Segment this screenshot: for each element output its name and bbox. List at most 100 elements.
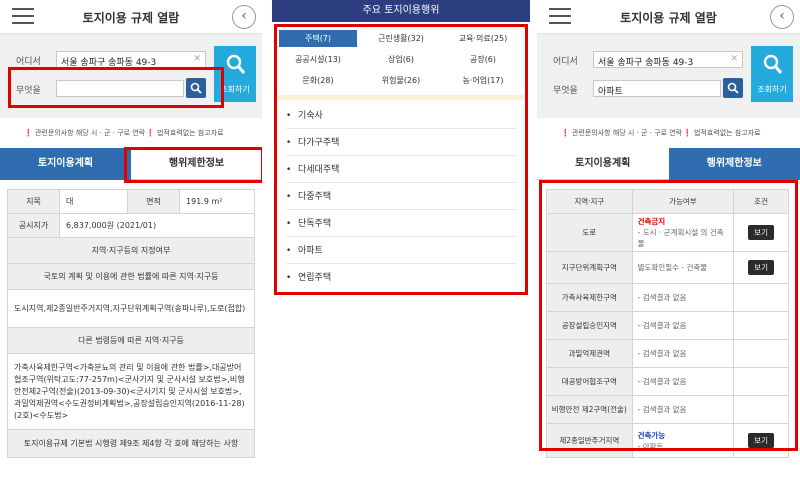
condition-cell: [733, 339, 789, 368]
condition-cell: [733, 283, 789, 312]
price-label: 공시지가: [7, 213, 60, 238]
status-cell: 건축금지 - 도시 · 군계획시설 의 건축물: [631, 213, 735, 252]
activity-input[interactable]: [56, 80, 184, 97]
chip-culture[interactable]: 문화(28): [279, 72, 357, 89]
where-label: 어디서: [16, 57, 41, 67]
activity-input[interactable]: 아파트: [593, 80, 721, 97]
notice-contact: ❗ 관련문의사항 해당 시 · 군 · 구로 연락: [24, 129, 146, 137]
status-detail: - 검색결과 없음: [631, 367, 735, 396]
clear-icon[interactable]: ✕: [193, 54, 201, 64]
what-label: 무엇을: [553, 86, 578, 96]
view-button[interactable]: 보기: [748, 433, 774, 448]
chip-factory[interactable]: 공장(6): [444, 51, 522, 68]
tab-land-use-plan[interactable]: 토지이용계획: [0, 148, 131, 180]
divider: [278, 95, 524, 100]
address-input[interactable]: 서울 송파구 송파동 49-3 ✕: [56, 51, 206, 68]
list-item[interactable]: • 연립주택: [286, 266, 516, 291]
alert-icon: ❗: [683, 129, 692, 137]
tab-restriction-info[interactable]: 행위제한정보: [131, 148, 262, 180]
clear-icon[interactable]: ✕: [730, 54, 738, 64]
chip-agriculture[interactable]: 농·어업(17): [444, 72, 522, 89]
chip-neighborhood[interactable]: 근린생활(32): [362, 30, 440, 47]
list-item[interactable]: • 아파트: [286, 239, 516, 264]
list-item[interactable]: • 기숙사: [286, 104, 516, 129]
zone-cell: 공장설립승인지역: [546, 311, 633, 340]
status-detail: - 검색결과 없음: [631, 395, 735, 424]
zones-heading: 지역·지구등의 지정여부: [7, 237, 255, 264]
search-button[interactable]: 조회하기: [751, 46, 793, 102]
chip-education[interactable]: 교육·의료(25): [444, 30, 522, 47]
jimok-value: 대: [59, 189, 128, 214]
zone-cell: 지구단위계획구역: [546, 251, 633, 284]
tab-land-use-plan[interactable]: 토지이용계획: [537, 148, 669, 180]
table-row: 제2종일반주거지역 건축가능 - 아파트 보기: [546, 423, 789, 458]
status-label: 건축금지: [637, 217, 666, 226]
alert-icon: ❗: [24, 129, 33, 137]
view-button[interactable]: 보기: [748, 260, 774, 275]
search-button-label: 조회하기: [757, 85, 787, 94]
status-detail: - 도시 · 군계획시설 의 건축물: [637, 228, 724, 248]
status-detail: - 아파트: [637, 441, 664, 451]
status-detail: - 검색결과 없음: [631, 339, 735, 368]
list-item[interactable]: • 다세대주택: [286, 158, 516, 183]
back-icon[interactable]: ‹: [770, 5, 794, 29]
search-area: 어디서 서울 송파구 송파동 49-3 ✕ 무엇을 조회하기: [0, 34, 262, 118]
status-detail: - 검색결과 없음: [631, 283, 735, 312]
activity-search-button[interactable]: [723, 78, 743, 98]
activity-header: 주요 토지이용행위: [272, 0, 530, 22]
tab-bar: 토지이용계획 행위제한정보: [537, 148, 800, 180]
search-icon: [190, 82, 202, 94]
back-icon[interactable]: ‹: [232, 5, 256, 29]
land-use-panel-restrictions: 토지이용 규제 열람 ‹ 어디서 서울 송파구 송파동 49-3 ✕ 무엇을 아…: [537, 0, 800, 493]
search-area: 어디서 서울 송파구 송파동 49-3 ✕ 무엇을 아파트 조회하기: [537, 34, 800, 118]
activity-search-button[interactable]: [186, 78, 206, 98]
table-row: 공장설립승인지역 - 검색결과 없음: [546, 311, 789, 340]
condition-cell: 보기: [733, 423, 789, 458]
chip-commercial[interactable]: 상업(6): [362, 51, 440, 68]
table-row: 지구단위계획구역 별도확인필수 - 건축물 보기: [546, 251, 789, 284]
search-icon: [763, 54, 783, 74]
table-row: 대공방어협조구역 - 검색결과 없음: [546, 367, 789, 396]
search-icon: [226, 54, 246, 74]
address-value: 서울 송파구 송파동 49-3: [598, 58, 694, 68]
table-row: 비행안전 제2구역(전술) - 검색결과 없음: [546, 395, 789, 424]
notice-contact: ❗ 관련문의사항 해당 시 · 군 · 구로 연락: [561, 129, 683, 137]
chip-hazardous[interactable]: 위험물(26): [362, 72, 440, 89]
area-label: 면적: [127, 189, 180, 214]
law1-value: 도시지역,제2종일반주거지역,지구단위계획구역(송파나루),도로(접합): [7, 289, 255, 328]
page-title: 토지이용 규제 열람: [82, 11, 180, 25]
address-input[interactable]: 서울 송파구 송파동 49-3 ✕: [593, 51, 743, 68]
condition-cell: 보기: [733, 251, 789, 284]
status-detail: - 검색결과 없음: [631, 311, 735, 340]
zone-cell: 과밀억제권역: [546, 339, 633, 368]
table-row: 도로 건축금지 - 도시 · 군계획시설 의 건축물 보기: [546, 213, 789, 252]
tab-restriction-info[interactable]: 행위제한정보: [668, 148, 800, 180]
what-label: 무엇을: [16, 86, 41, 96]
restriction-table: 지역·지구 가능여부 조건 도로 건축금지 - 도시 · 군계획시설 의 건축물 …: [546, 189, 789, 458]
area-value: 191.9 m²: [179, 189, 255, 214]
view-button[interactable]: 보기: [748, 225, 774, 240]
condition-cell: [733, 395, 789, 424]
status-label: 건축가능: [637, 430, 666, 440]
page-title: 토지이용 규제 열람: [620, 11, 717, 25]
app-header: 토지이용 규제 열람 ‹: [0, 0, 262, 34]
chip-public[interactable]: 공공시설(13): [279, 51, 357, 68]
zone-cell: 대공방어협조구역: [546, 367, 633, 396]
tab-bar: 토지이용계획 행위제한정보: [0, 148, 262, 180]
condition-cell: [733, 311, 789, 340]
col-header-status: 가능여부: [631, 189, 735, 214]
list-item[interactable]: • 단독주택: [286, 212, 516, 237]
land-info-table: 지목 대 면적 191.9 m² 공시지가 6,837,000원 (2021/0…: [7, 189, 255, 458]
search-button[interactable]: 조회하기: [214, 46, 256, 102]
col-header-zone: 지역·지구: [546, 189, 633, 214]
search-icon: [727, 82, 739, 94]
zone-cell: 비행안전 제2구역(전술): [546, 395, 633, 424]
search-button-label: 조회하기: [220, 85, 250, 94]
land-use-activity-panel: 주요 토지이용행위 주택(7) 근린생활(32) 교육·의료(25) 공공시설(…: [272, 0, 530, 493]
chip-housing[interactable]: 주택(7): [279, 30, 357, 47]
notice-reference: ❗ 법적효력없는 참고자료: [146, 129, 224, 137]
status-detail: 별도확인필수 - 건축물: [631, 251, 735, 284]
list-item[interactable]: • 다중주택: [286, 185, 516, 210]
list-item[interactable]: • 다가구주택: [286, 131, 516, 156]
activity-value: 아파트: [598, 87, 623, 97]
